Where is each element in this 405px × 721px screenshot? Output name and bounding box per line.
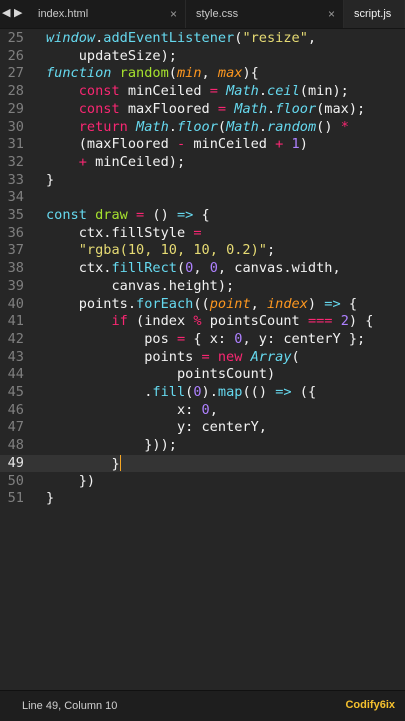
code-line: 28 const minCeiled = Math.ceil(min);: [0, 83, 405, 101]
code-editor[interactable]: 25 window.addEventListener("resize", 26 u…: [0, 28, 405, 690]
code-text: ctx.fillStyle =: [46, 224, 202, 241]
code-text: }));: [46, 437, 177, 454]
cursor-position[interactable]: Line 49, Column 10: [22, 700, 117, 712]
line-number: 36: [7, 224, 24, 241]
code-text: points.forEach((point, index) => {: [46, 295, 358, 312]
code-line: 41 if (index % pointsCount === 2) {: [0, 313, 405, 331]
tab-style-css[interactable]: style.css ×: [186, 0, 344, 28]
line-number: 38: [7, 260, 24, 277]
current-code-line: 49 }: [0, 454, 405, 473]
code-line: 46 x: 0,: [0, 402, 405, 420]
code-text: return Math.floor(Math.random() *: [78, 118, 349, 135]
line-number: 40: [7, 295, 24, 312]
line-number: 51: [7, 490, 24, 507]
code-line: 40 points.forEach((point, index) => {: [0, 296, 405, 314]
status-bar: Line 49, Column 10 Codify6ix: [0, 690, 405, 721]
code-text: pos = { x: 0, y: centerY };: [46, 330, 366, 347]
tab-bar: ◀ ▶ index.html × style.css × script.js: [0, 0, 405, 29]
code-text: const minCeiled = Math.ceil(min);: [78, 83, 349, 100]
tab-index-html[interactable]: index.html ×: [28, 0, 186, 28]
code-text: (maxFloored - minCeiled + 1): [46, 136, 308, 153]
line-number: 44: [7, 366, 24, 383]
line-number: 27: [7, 65, 24, 82]
line-number: 29: [7, 100, 24, 117]
code-line: 36 ctx.fillStyle =: [0, 225, 405, 243]
code-text: points = new Array(: [46, 348, 300, 365]
code-line: 39 canvas.height);: [0, 278, 405, 296]
line-number: 49: [7, 454, 24, 471]
code-text: const draw = () => {: [46, 207, 210, 223]
code-line: 31 (maxFloored - minCeiled + 1): [0, 136, 405, 154]
code-line: 32 + minCeiled);: [0, 154, 405, 172]
line-number: 43: [7, 348, 24, 365]
code-text: y: centerY,: [46, 419, 267, 436]
code-line: 42 pos = { x: 0, y: centerY };: [0, 331, 405, 349]
line-number: 35: [7, 207, 24, 223]
code-text: }: [46, 454, 122, 472]
tab-scroll-right-icon[interactable]: ▶: [14, 6, 22, 19]
code-line: 33}: [0, 172, 405, 190]
code-line: 27 function random(min, max){: [0, 65, 405, 83]
code-line: 35 const draw = () => {: [0, 207, 405, 225]
tab-label: script.js: [354, 8, 392, 20]
tab-script-js[interactable]: script.js: [344, 0, 405, 28]
code-text: window.addEventListener("resize",: [46, 30, 317, 46]
line-number: 25: [7, 30, 24, 46]
line-number: 26: [7, 47, 24, 64]
line-number: 31: [7, 136, 24, 153]
code-text: + minCeiled);: [78, 153, 186, 170]
line-number: 48: [7, 437, 24, 454]
code-text: ctx.fillRect(0, 0, canvas.width,: [46, 260, 341, 277]
code-text: const maxFloored = Math.floor(max);: [78, 100, 366, 117]
line-number: 28: [7, 83, 24, 100]
code-text: pointsCount): [46, 366, 276, 383]
tab-label: index.html: [38, 8, 89, 20]
code-line: 50 }): [0, 473, 405, 491]
code-text: updateSize);: [46, 47, 177, 64]
code-line: 38 ctx.fillRect(0, 0, canvas.width,: [0, 260, 405, 278]
code-line: 48 }));: [0, 437, 405, 455]
code-line: 43 points = new Array(: [0, 349, 405, 367]
text-cursor: [119, 454, 122, 471]
tab-scroll-left-icon[interactable]: ◀: [2, 6, 10, 19]
watermark-logo: Codify6ix: [345, 699, 395, 711]
code-line: 30 return Math.floor(Math.random() *: [0, 119, 405, 137]
code-line: 44 pointsCount): [0, 366, 405, 384]
line-number: 39: [7, 277, 24, 294]
line-number: 41: [7, 313, 24, 330]
line-number: 50: [7, 472, 24, 489]
code-text: .fill(0).map(() => ({: [46, 384, 317, 400]
code-line: 37 "rgba(10, 10, 10, 0.2)";: [0, 242, 405, 260]
code-line: 47 y: centerY,: [0, 419, 405, 437]
code-text: function random(min, max){: [46, 65, 259, 82]
code-line: 26 updateSize);: [0, 48, 405, 66]
line-number: 37: [7, 242, 24, 259]
line-number: 47: [7, 419, 24, 436]
code-text: x: 0,: [46, 401, 218, 418]
code-line: 29 const maxFloored = Math.floor(max);: [0, 101, 405, 119]
code-line: 45 .fill(0).map(() => ({: [0, 384, 405, 402]
line-number: 33: [7, 171, 24, 188]
code-line: 34: [0, 189, 405, 207]
line-number: 34: [7, 189, 24, 206]
close-icon[interactable]: ×: [328, 0, 335, 28]
code-text: "rgba(10, 10, 10, 0.2)";: [78, 242, 276, 259]
code-text: if (index % pointsCount === 2) {: [111, 313, 374, 330]
tab-label: style.css: [196, 8, 239, 20]
line-number: 30: [7, 118, 24, 135]
line-number: 32: [7, 153, 24, 170]
line-number: 42: [7, 330, 24, 347]
close-icon[interactable]: ×: [170, 0, 177, 28]
code-line: 51}: [0, 490, 405, 508]
code-line: 25 window.addEventListener("resize",: [0, 30, 405, 48]
code-text: }: [46, 490, 55, 507]
code-text: }: [46, 171, 55, 188]
code-text: }): [46, 472, 96, 489]
line-number: 45: [7, 384, 24, 400]
line-number: 46: [7, 401, 24, 418]
code-text: canvas.height);: [46, 277, 235, 294]
